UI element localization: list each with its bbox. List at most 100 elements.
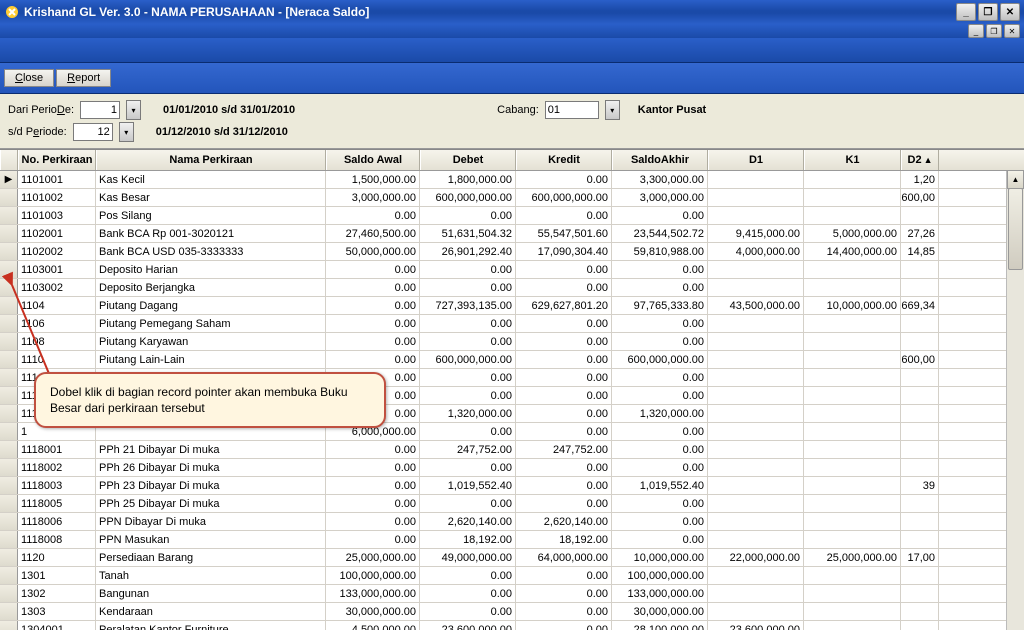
cell-debet[interactable]: 600,000,000.00: [420, 189, 516, 206]
scroll-thumb[interactable]: [1008, 188, 1023, 270]
row-selector[interactable]: [0, 351, 18, 368]
cell-debet[interactable]: 0.00: [420, 207, 516, 224]
table-row[interactable]: 1106Piutang Pemegang Saham0.000.000.000.…: [0, 315, 1024, 333]
cell-k1[interactable]: [804, 621, 901, 630]
cell-saldo-akhir[interactable]: 0.00: [612, 369, 708, 386]
col-d1[interactable]: D1: [708, 150, 804, 170]
cell-nama[interactable]: PPh 26 Dibayar Di muka: [96, 459, 326, 476]
cell-k1[interactable]: 14,400,000.00: [804, 243, 901, 260]
cell-d2[interactable]: [901, 513, 939, 530]
table-row[interactable]: 1118003PPh 23 Dibayar Di muka0.001,019,5…: [0, 477, 1024, 495]
cell-saldo-akhir[interactable]: 0.00: [612, 279, 708, 296]
cell-d2[interactable]: 39: [901, 477, 939, 494]
cell-saldo-awal[interactable]: 50,000,000.00: [326, 243, 420, 260]
cell-d2[interactable]: [901, 333, 939, 350]
cell-kredit[interactable]: 0.00: [516, 315, 612, 332]
cell-d1[interactable]: 23,600,000.00: [708, 621, 804, 630]
cell-saldo-awal[interactable]: 27,460,500.00: [326, 225, 420, 242]
cabang-dropdown[interactable]: ▾: [605, 100, 620, 120]
cell-saldo-awal[interactable]: 0.00: [326, 333, 420, 350]
cell-d1[interactable]: [708, 207, 804, 224]
cell-nama[interactable]: Bank BCA Rp 001-3020121: [96, 225, 326, 242]
cell-saldo-awal[interactable]: 0.00: [326, 477, 420, 494]
table-row[interactable]: ▶1101001Kas Kecil1,500,000.001,800,000.0…: [0, 171, 1024, 189]
dari-periode-dropdown[interactable]: ▾: [126, 100, 141, 120]
cell-d1[interactable]: [708, 171, 804, 188]
cell-d2[interactable]: [901, 585, 939, 602]
cell-saldo-akhir[interactable]: 23,544,502.72: [612, 225, 708, 242]
row-selector[interactable]: [0, 225, 18, 242]
cell-d1[interactable]: [708, 495, 804, 512]
row-selector[interactable]: [0, 387, 18, 404]
cell-kredit[interactable]: 0.00: [516, 171, 612, 188]
cell-saldo-akhir[interactable]: 0.00: [612, 423, 708, 440]
cell-no[interactable]: 1110: [18, 351, 96, 368]
cell-no[interactable]: 1118005: [18, 495, 96, 512]
cell-debet[interactable]: 1,019,552.40: [420, 477, 516, 494]
cell-nama[interactable]: Deposito Berjangka: [96, 279, 326, 296]
cell-no[interactable]: 1118008: [18, 531, 96, 548]
cell-k1[interactable]: [804, 603, 901, 620]
cell-no[interactable]: 1108: [18, 333, 96, 350]
cell-d1[interactable]: 22,000,000.00: [708, 549, 804, 566]
cell-d2[interactable]: 669,34: [901, 297, 939, 314]
cell-saldo-awal[interactable]: 3,000,000.00: [326, 189, 420, 206]
cell-nama[interactable]: Kas Besar: [96, 189, 326, 206]
row-selector[interactable]: [0, 315, 18, 332]
table-row[interactable]: 1104Piutang Dagang0.00727,393,135.00629,…: [0, 297, 1024, 315]
cell-nama[interactable]: Deposito Harian: [96, 261, 326, 278]
col-d2[interactable]: D2▲: [901, 150, 939, 170]
cell-saldo-akhir[interactable]: 0.00: [612, 459, 708, 476]
close-button[interactable]: ✕: [1000, 3, 1020, 21]
row-selector[interactable]: [0, 621, 18, 630]
cell-saldo-akhir[interactable]: 0.00: [612, 495, 708, 512]
cell-debet[interactable]: 0.00: [420, 567, 516, 584]
col-nama-perkiraan[interactable]: Nama Perkiraan: [96, 150, 326, 170]
cell-d2[interactable]: [901, 279, 939, 296]
cell-no[interactable]: 1101002: [18, 189, 96, 206]
cell-kredit[interactable]: 600,000,000.00: [516, 189, 612, 206]
cell-d1[interactable]: [708, 351, 804, 368]
table-row[interactable]: 1118002PPh 26 Dibayar Di muka0.000.000.0…: [0, 459, 1024, 477]
cell-nama[interactable]: Kendaraan: [96, 603, 326, 620]
cell-kredit[interactable]: 0.00: [516, 495, 612, 512]
cell-d2[interactable]: [901, 621, 939, 630]
cell-no[interactable]: 1102001: [18, 225, 96, 242]
cell-debet[interactable]: 0.00: [420, 279, 516, 296]
minimize-button[interactable]: _: [956, 3, 976, 21]
cell-nama[interactable]: Kas Kecil: [96, 171, 326, 188]
cell-k1[interactable]: [804, 171, 901, 188]
cell-no[interactable]: 1106: [18, 315, 96, 332]
cell-saldo-awal[interactable]: 100,000,000.00: [326, 567, 420, 584]
cell-nama[interactable]: Bank BCA USD 035-3333333: [96, 243, 326, 260]
col-debet[interactable]: Debet: [420, 150, 516, 170]
cell-d2[interactable]: [901, 603, 939, 620]
cell-debet[interactable]: 0.00: [420, 495, 516, 512]
cell-saldo-akhir[interactable]: 600,000,000.00: [612, 351, 708, 368]
row-selector[interactable]: [0, 441, 18, 458]
table-row[interactable]: 1101003Pos Silang0.000.000.000.00: [0, 207, 1024, 225]
cell-debet[interactable]: 1,800,000.00: [420, 171, 516, 188]
cell-saldo-awal[interactable]: 0.00: [326, 261, 420, 278]
table-row[interactable]: 1103001Deposito Harian0.000.000.000.00: [0, 261, 1024, 279]
cell-no[interactable]: 1120: [18, 549, 96, 566]
cell-saldo-akhir[interactable]: 0.00: [612, 513, 708, 530]
cabang-input[interactable]: [545, 101, 599, 119]
cell-k1[interactable]: [804, 513, 901, 530]
cell-d2[interactable]: [901, 207, 939, 224]
cell-d1[interactable]: [708, 423, 804, 440]
cell-saldo-akhir[interactable]: 28,100,000.00: [612, 621, 708, 630]
cell-k1[interactable]: [804, 477, 901, 494]
table-row[interactable]: 1103002Deposito Berjangka0.000.000.000.0…: [0, 279, 1024, 297]
table-row[interactable]: 1118008PPN Masukan0.0018,192.0018,192.00…: [0, 531, 1024, 549]
cell-nama[interactable]: PPh 25 Dibayar Di muka: [96, 495, 326, 512]
cell-k1[interactable]: [804, 423, 901, 440]
cell-saldo-akhir[interactable]: 0.00: [612, 315, 708, 332]
table-row[interactable]: 1118006PPN Dibayar Di muka0.002,620,140.…: [0, 513, 1024, 531]
cell-d2[interactable]: 600,00: [901, 351, 939, 368]
cell-debet[interactable]: 23,600,000.00: [420, 621, 516, 630]
cell-nama[interactable]: PPh 23 Dibayar Di muka: [96, 477, 326, 494]
cell-d1[interactable]: [708, 261, 804, 278]
cell-debet[interactable]: 51,631,504.32: [420, 225, 516, 242]
cell-d1[interactable]: [708, 459, 804, 476]
